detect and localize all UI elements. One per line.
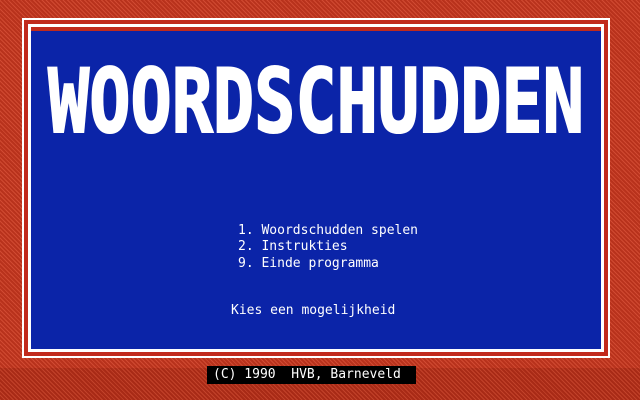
choice-prompt: Kies een mogelijkheid (231, 303, 396, 318)
game-title: WOORDSCHUDDEN (47, 52, 585, 154)
copyright-text: (C) 1990 HVB, Barneveld (213, 367, 401, 382)
menu-option-exit[interactable]: 9. Einde programma (238, 256, 379, 272)
menu-option-play[interactable]: 1. Woordschudden spelen (238, 223, 418, 239)
panel-top-edge (31, 27, 601, 31)
game-title-text: WOORDSCHUDDEN (48, 52, 584, 153)
menu-option-instructions[interactable]: 2. Instrukties (238, 239, 348, 255)
